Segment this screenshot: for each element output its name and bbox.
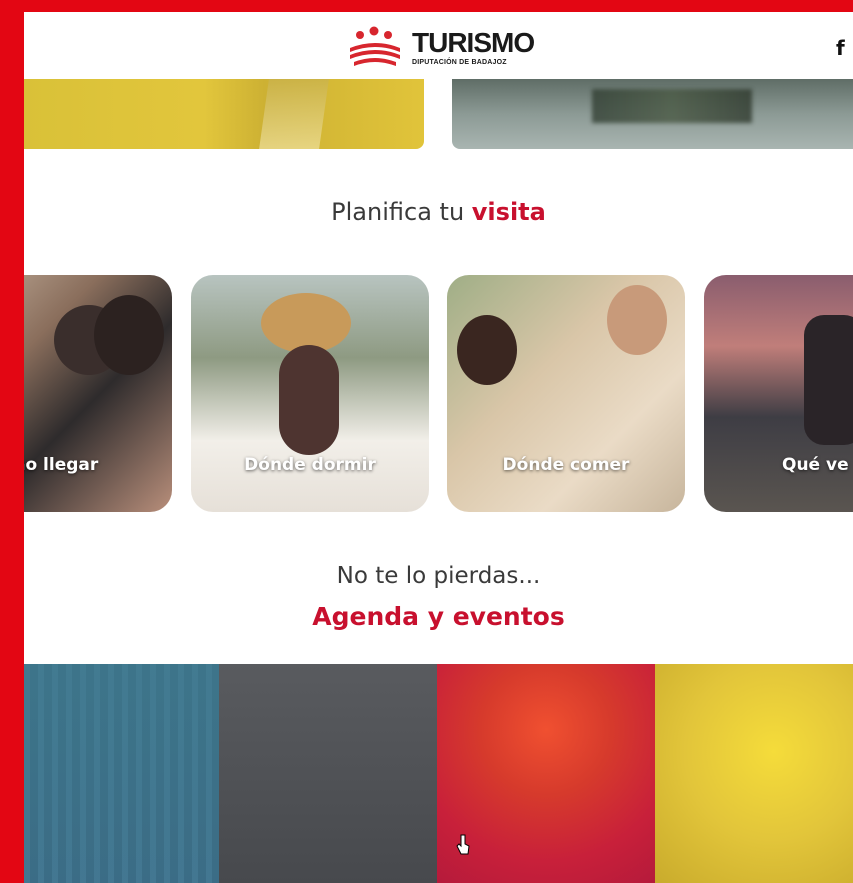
facebook-icon[interactable]: f [836,36,845,60]
card-label: Dónde comer [502,455,630,475]
card-que-ver[interactable]: Qué ve [704,275,853,512]
card-donde-dormir[interactable]: Dónde dormir [191,275,429,512]
site-header: TURISMO DIPUTACIÓN DE BADAJOZ f [24,12,853,79]
plan-title-highlight: visita [471,198,546,226]
featured-banner-right[interactable] [452,79,853,149]
featured-banner-left[interactable] [24,79,424,149]
card-label: Dónde dormir [244,455,376,475]
agenda-intro: No te lo pierdas... [336,563,541,589]
browser-viewport: TURISMO DIPUTACIÓN DE BADAJOZ f Planific… [24,12,853,883]
hand-cursor-icon [456,834,470,855]
card-label: mo llegar [24,455,99,475]
event-tile-2[interactable] [219,664,437,883]
site-logo[interactable]: TURISMO DIPUTACIÓN DE BADAJOZ [346,26,536,70]
logo-subtitle: DIPUTACIÓN DE BADAJOZ [412,59,507,66]
logo-text: TURISMO [412,27,535,58]
plan-section-title: Planifica tu visita [24,198,853,226]
agenda-title: Agenda y eventos [312,602,565,631]
card-label: Qué ve [782,455,849,475]
card-como-llegar[interactable]: mo llegar [24,275,172,512]
card-donde-comer[interactable]: Dónde comer [447,275,685,512]
event-tile-1[interactable] [24,664,219,883]
plan-title-prefix: Planifica tu [331,198,472,226]
logo-mark-icon [350,26,400,66]
event-tile-4[interactable] [655,664,853,883]
